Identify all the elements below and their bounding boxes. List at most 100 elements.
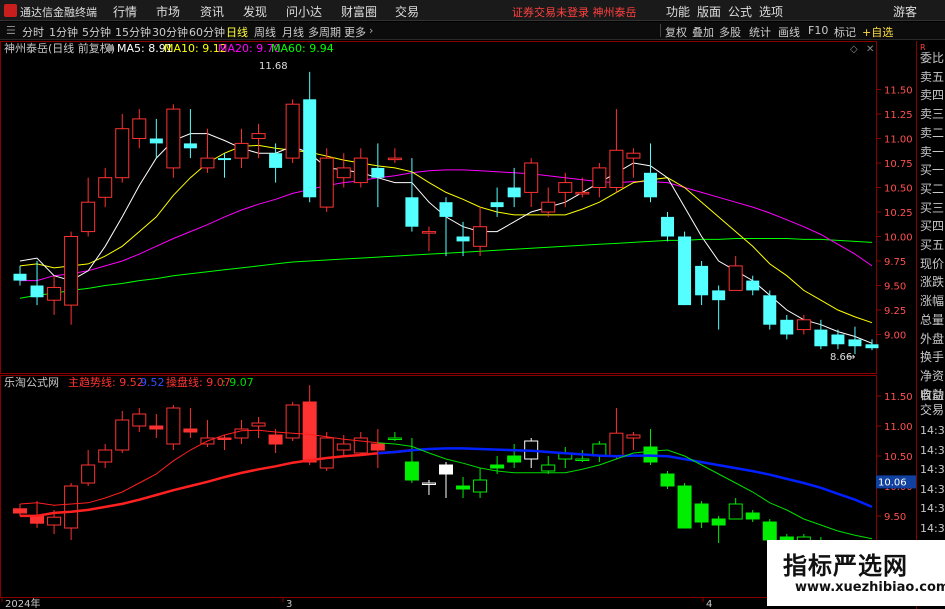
date-label: 4 bbox=[706, 599, 712, 609]
low-arrow-icon: → bbox=[847, 352, 855, 363]
app-logo-icon bbox=[4, 4, 17, 17]
btn-statistics[interactable]: 统计 bbox=[749, 24, 771, 40]
candle-body-down bbox=[13, 273, 27, 281]
menu-wealth[interactable]: 财富圈 bbox=[341, 3, 377, 20]
btn-add-watchlist[interactable]: +自选 bbox=[862, 24, 893, 40]
sub-candle-body bbox=[456, 485, 471, 490]
price-axis-label: 9.75 bbox=[884, 257, 906, 268]
menu-function[interactable]: 功能 bbox=[666, 3, 690, 20]
btn-mark[interactable]: 标记 bbox=[834, 24, 856, 40]
settings-gear-icon[interactable] bbox=[106, 44, 114, 52]
btn-draw[interactable]: 画线 bbox=[778, 24, 800, 40]
btn-f10[interactable]: F10 bbox=[808, 24, 828, 37]
menu-layout[interactable]: 版面 bbox=[697, 3, 721, 20]
candle-body-up bbox=[609, 149, 624, 189]
candle-body-down bbox=[712, 290, 726, 301]
watermark: 指标严选网 www.xuezhibiao.com bbox=[767, 540, 945, 606]
sub-axis-label: 11.00 bbox=[884, 422, 913, 433]
candle-body-up bbox=[115, 128, 130, 179]
period-monthly[interactable]: 月线 bbox=[282, 24, 304, 40]
period-1min[interactable]: 1分钟 bbox=[49, 24, 78, 40]
candle-body-down bbox=[678, 236, 692, 306]
candle-body-up bbox=[64, 236, 79, 306]
trade-line-value: : 9.07 bbox=[222, 376, 254, 389]
ma60-label: MA60: 9.94 bbox=[271, 42, 334, 55]
title-bar: 通达信金融终端 行情 市场 资讯 发现 问小达 财富圈 交易 证券交易未登录 神… bbox=[0, 0, 945, 21]
sub-candle-body bbox=[132, 413, 147, 427]
side-panel-label: 买四 bbox=[920, 219, 945, 234]
current-value-label: 10.06 bbox=[878, 477, 907, 488]
price-axis-label: 10.50 bbox=[884, 184, 913, 195]
diamond-icon[interactable]: ◇ bbox=[850, 44, 858, 55]
close-pane-icon[interactable]: ✕ bbox=[866, 44, 874, 55]
sub-candle-body bbox=[762, 521, 777, 541]
menu-formula[interactable]: 公式 bbox=[728, 3, 752, 20]
side-panel-label: 卖三 bbox=[920, 107, 945, 122]
period-more[interactable]: 更多 bbox=[344, 24, 366, 40]
candle-body-down bbox=[183, 143, 197, 149]
period-daily[interactable]: 日线 bbox=[226, 24, 248, 40]
sub-candle-body bbox=[745, 512, 760, 520]
sub-candle-body bbox=[541, 464, 556, 472]
menu-quotes[interactable]: 行情 bbox=[113, 3, 137, 20]
candle-body-down bbox=[865, 344, 879, 349]
period-multi[interactable]: 多周期 bbox=[308, 24, 341, 40]
candle-body-down bbox=[30, 285, 44, 298]
menu-guest[interactable]: 游客 bbox=[893, 3, 917, 20]
period-15min[interactable]: 15分钟 bbox=[115, 24, 151, 40]
side-panel-label: 卖二 bbox=[920, 125, 945, 140]
menu-discover[interactable]: 发现 bbox=[243, 3, 267, 20]
side-panel-label: 买三 bbox=[920, 200, 945, 215]
kline-chart[interactable]: 神州泰岳(日线 前复权) MA5: 8.91 MA10: 9.12 MA20: … bbox=[0, 41, 916, 609]
candle-body-down bbox=[303, 99, 317, 198]
price-axis-label: 9.00 bbox=[884, 331, 906, 342]
trade-time-label: 14:30 bbox=[920, 482, 945, 496]
sub-candle-body bbox=[421, 482, 436, 485]
period-weekly[interactable]: 周线 bbox=[254, 24, 276, 40]
btn-adjust[interactable]: 复权 bbox=[665, 24, 687, 40]
period-60min[interactable]: 60分钟 bbox=[189, 24, 225, 40]
sub-candle-body bbox=[166, 407, 181, 445]
menu-ask[interactable]: 问小达 bbox=[286, 3, 322, 20]
chevron-right-icon[interactable]: › bbox=[369, 24, 373, 37]
candle-body-down bbox=[695, 265, 709, 296]
trend-line-up bbox=[20, 448, 413, 518]
candle-body-up bbox=[387, 157, 402, 161]
btn-multi-stock[interactable]: 多股 bbox=[719, 24, 741, 40]
period-5min[interactable]: 5分钟 bbox=[82, 24, 111, 40]
candle-body-up bbox=[47, 286, 62, 301]
candle-body-up bbox=[285, 103, 300, 159]
sub-candle-body bbox=[660, 473, 675, 487]
sub-candle-body bbox=[183, 428, 198, 433]
side-panel-label: 涨幅 bbox=[920, 294, 945, 309]
price-axis-label: 10.00 bbox=[884, 233, 913, 244]
menu-trade[interactable]: 交易 bbox=[395, 3, 419, 20]
menu-market[interactable]: 市场 bbox=[156, 3, 180, 20]
period-30min[interactable]: 30分钟 bbox=[152, 24, 188, 40]
sub-candle-body bbox=[728, 503, 743, 520]
candle-body-down bbox=[661, 216, 675, 237]
candle-body-down bbox=[746, 280, 760, 291]
trade-line-label: 操盘线: 9.07 bbox=[166, 375, 231, 389]
candle-body-up bbox=[98, 177, 113, 198]
menu-options[interactable]: 选项 bbox=[759, 3, 783, 20]
sub-candle-body bbox=[507, 455, 522, 463]
sub-candle-body bbox=[439, 464, 453, 475]
price-axis-label: 11.50 bbox=[884, 86, 913, 97]
trade-time-label: 14:30 bbox=[920, 424, 945, 437]
menu-news[interactable]: 资讯 bbox=[200, 3, 224, 20]
login-notice[interactable]: 证券交易未登录 神州泰岳 bbox=[512, 4, 637, 20]
period-intraday[interactable]: 分时 bbox=[22, 24, 44, 40]
candle-body-down bbox=[848, 339, 862, 347]
btn-overlay[interactable]: 叠加 bbox=[692, 24, 714, 40]
sub-candle-body bbox=[268, 434, 283, 445]
side-panel-label: 净资 bbox=[920, 368, 945, 383]
sub-candle-body bbox=[473, 479, 488, 493]
sub-candle-body bbox=[336, 443, 351, 451]
candle-body-up bbox=[319, 157, 334, 208]
candle-body-up bbox=[234, 142, 249, 159]
date-label: 2024年 bbox=[5, 597, 40, 609]
side-panel-label: 交易 bbox=[920, 403, 945, 417]
side-panel-label: 卖四 bbox=[920, 88, 945, 103]
candle-body-down bbox=[831, 334, 845, 345]
